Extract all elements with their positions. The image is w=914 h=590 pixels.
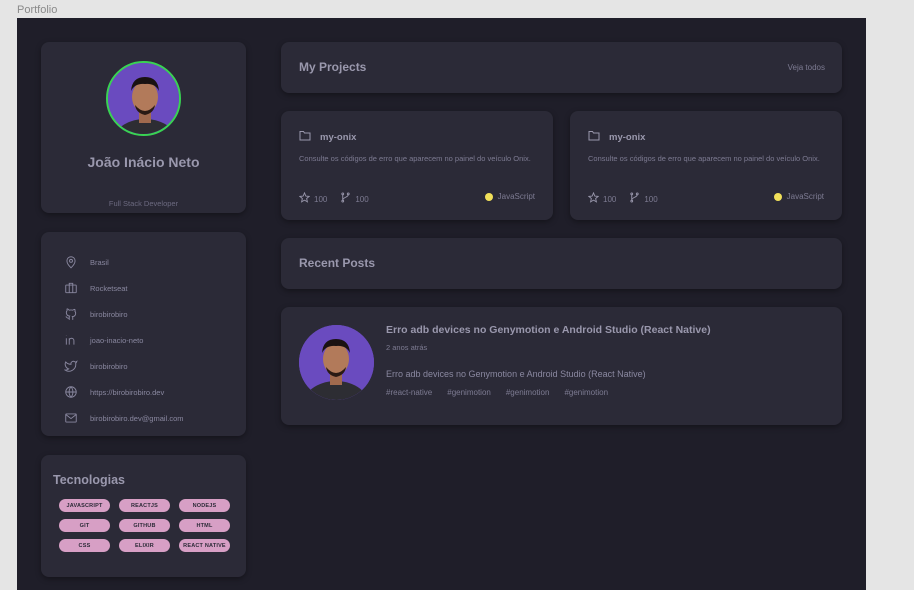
project-language: JavaScript (484, 192, 535, 201)
star-icon (298, 190, 311, 208)
forks-count: 100 (355, 194, 369, 204)
github-icon (63, 306, 79, 322)
tech-chip: GITHUB (119, 519, 170, 532)
info-item-twitter[interactable]: birobirobiro (63, 353, 183, 379)
project-card[interactable]: my-onix Consulte os códigos de erro que … (570, 111, 842, 220)
map-pin-icon (63, 254, 79, 270)
post-tag[interactable]: #genimotion (564, 388, 608, 397)
info-company-text: Rocketseat (90, 283, 128, 293)
profile-card: João Inácio Neto Full Stack Developer (41, 42, 246, 213)
project-description: Consulte os códigos de erro que aparecem… (299, 154, 531, 163)
folder-icon (299, 128, 311, 146)
forks-count: 100 (644, 194, 658, 204)
post-title[interactable]: Erro adb devices no Genymotion e Android… (386, 324, 711, 336)
info-item-website[interactable]: https://birobirobiro.dev (63, 379, 183, 405)
language-name: JavaScript (786, 192, 824, 201)
git-fork-icon (340, 190, 351, 208)
post-tag[interactable]: #genimotion (447, 388, 491, 397)
info-github-text[interactable]: birobirobiro (90, 310, 128, 319)
portfolio-canvas: João Inácio Neto Full Stack Developer Br… (17, 18, 866, 590)
git-fork-icon (629, 190, 640, 208)
tech-chip: REACT NATIVE (179, 539, 230, 552)
folder-icon (588, 128, 600, 146)
info-email-text[interactable]: birobirobiro.dev@gmail.com (90, 414, 183, 423)
post-avatar (299, 325, 374, 400)
tech-chip: ELIXIR (119, 539, 170, 552)
info-item-location: Brasil (63, 249, 183, 275)
linkedin-icon (63, 332, 79, 348)
project-name-row: my-onix (588, 128, 645, 146)
project-stats: 100 100 (298, 190, 382, 208)
post-card[interactable]: Erro adb devices no Genymotion e Android… (281, 307, 842, 425)
info-item-linkedin[interactable]: joao-inacio-neto (63, 327, 183, 353)
see-all-link[interactable]: Veja todos (788, 63, 825, 72)
forks-stat: 100 (340, 190, 369, 208)
profile-role: Full Stack Developer (108, 199, 179, 208)
contact-info-card: Brasil Rocketseat birobirobiro joao-inac… (41, 232, 246, 436)
project-language: JavaScript (773, 192, 824, 201)
post-tag[interactable]: #genimotion (506, 388, 550, 397)
technologies-grid: JAVASCRIPT REACTJS NODEJS GIT GITHUB HTM… (59, 499, 230, 552)
stars-stat: 100 (587, 190, 617, 208)
tech-chip: JAVASCRIPT (59, 499, 110, 512)
info-item-email[interactable]: birobirobiro.dev@gmail.com (63, 405, 183, 431)
forks-stat: 100 (629, 190, 658, 208)
info-website-text[interactable]: https://birobirobiro.dev (90, 388, 164, 397)
info-linkedin-text[interactable]: joao-inacio-neto (90, 336, 143, 345)
post-date: 2 anos atrás (386, 343, 428, 352)
post-tag[interactable]: #react-native (386, 388, 432, 397)
info-twitter-text[interactable]: birobirobiro (90, 362, 128, 371)
stars-count: 100 (603, 194, 617, 204)
stars-count: 100 (314, 194, 328, 204)
language-name: JavaScript (497, 192, 535, 201)
tech-chip: HTML (179, 519, 230, 532)
language-color-dot (484, 192, 493, 201)
project-description: Consulte os códigos de erro que aparecem… (588, 154, 820, 163)
briefcase-icon (63, 280, 79, 296)
project-name[interactable]: my-onix (609, 132, 645, 143)
tech-chip: CSS (59, 539, 110, 552)
profile-name: João Inácio Neto (87, 154, 200, 170)
twitter-icon (63, 358, 79, 374)
posts-header: Recent Posts (281, 238, 842, 289)
project-card[interactable]: my-onix Consulte os códigos de erro que … (281, 111, 553, 220)
stars-stat: 100 (298, 190, 328, 208)
posts-title: Recent Posts (299, 256, 376, 270)
avatar (106, 61, 181, 136)
project-name-row: my-onix (299, 128, 356, 146)
language-color-dot (773, 192, 782, 201)
globe-icon (63, 384, 79, 400)
info-item-company: Rocketseat (63, 275, 183, 301)
info-item-github[interactable]: birobirobiro (63, 301, 183, 327)
mail-icon (63, 410, 79, 426)
projects-title: My Projects (299, 60, 367, 74)
tech-chip: NODEJS (179, 499, 230, 512)
project-stats: 100 100 (587, 190, 671, 208)
tech-chip: REACTJS (119, 499, 170, 512)
technologies-card: Tecnologias JAVASCRIPT REACTJS NODEJS GI… (41, 455, 246, 577)
post-tags: #react-native #genimotion #genimotion #g… (386, 388, 623, 397)
post-excerpt: Erro adb devices no Genymotion e Android… (386, 369, 646, 379)
contact-list: Brasil Rocketseat birobirobiro joao-inac… (63, 249, 183, 431)
frame-label: Portfolio (17, 4, 58, 16)
project-name[interactable]: my-onix (320, 132, 356, 143)
star-icon (587, 190, 600, 208)
tech-chip: GIT (59, 519, 110, 532)
info-location-text: Brasil (90, 257, 109, 267)
technologies-title: Tecnologias (53, 473, 126, 487)
projects-header: My Projects Veja todos (281, 42, 842, 93)
